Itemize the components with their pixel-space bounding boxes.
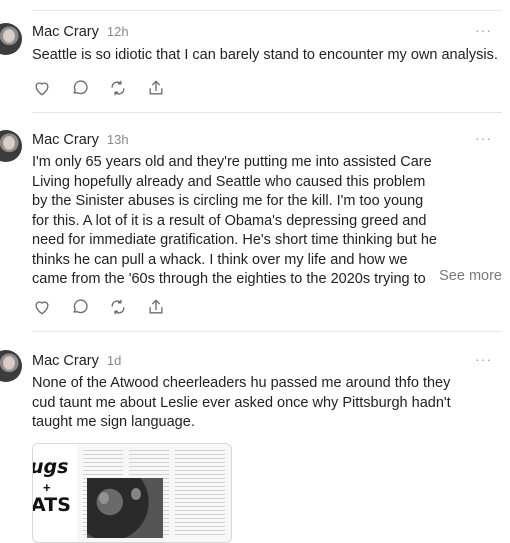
- image-photo: [87, 478, 163, 538]
- more-options-icon[interactable]: ···: [475, 130, 492, 146]
- share-icon[interactable]: [146, 297, 166, 317]
- post-time: 13h: [106, 132, 129, 147]
- repost-icon[interactable]: [108, 297, 128, 317]
- comment-icon[interactable]: [70, 78, 90, 98]
- attached-image[interactable]: ugs + ATS: [32, 443, 232, 543]
- thread-feed: Mac Crary 12h ··· Seattle is so idiotic …: [0, 0, 510, 543]
- see-more-link[interactable]: See more: [433, 268, 502, 284]
- avatar[interactable]: [0, 130, 22, 162]
- divider: [32, 112, 502, 113]
- post-time: 12h: [106, 24, 129, 39]
- post-text: Seattle is so idiotic that I can barely …: [32, 47, 498, 63]
- author-name[interactable]: Mac Crary: [32, 24, 99, 40]
- post-text: I'm only 65 years old and they're puttin…: [32, 154, 437, 291]
- divider: [32, 331, 502, 332]
- more-options-icon[interactable]: ···: [475, 351, 492, 367]
- comment-icon[interactable]: [70, 297, 90, 317]
- action-bar: [32, 297, 166, 317]
- heart-icon[interactable]: [32, 78, 52, 98]
- post-header: Mac Crary 13h: [32, 132, 129, 148]
- share-icon[interactable]: [146, 78, 166, 98]
- image-text: ATS: [32, 494, 71, 516]
- divider: [32, 10, 502, 11]
- author-name[interactable]: Mac Crary: [32, 353, 99, 369]
- action-bar: [32, 78, 166, 98]
- image-text-column: [175, 450, 225, 536]
- post-header: Mac Crary 12h: [32, 24, 129, 40]
- image-text: ugs: [32, 456, 69, 478]
- post-text: None of the Atwood cheerleaders hu passe…: [32, 375, 451, 430]
- image-text: +: [43, 480, 51, 495]
- post-header: Mac Crary 1d: [32, 353, 121, 369]
- avatar[interactable]: [0, 350, 22, 382]
- post-time: 1d: [106, 353, 122, 368]
- image-headline: ugs + ATS: [33, 444, 77, 542]
- repost-icon[interactable]: [108, 78, 128, 98]
- avatar[interactable]: [0, 23, 22, 55]
- author-name[interactable]: Mac Crary: [32, 132, 99, 148]
- heart-icon[interactable]: [32, 297, 52, 317]
- more-options-icon[interactable]: ···: [475, 22, 492, 38]
